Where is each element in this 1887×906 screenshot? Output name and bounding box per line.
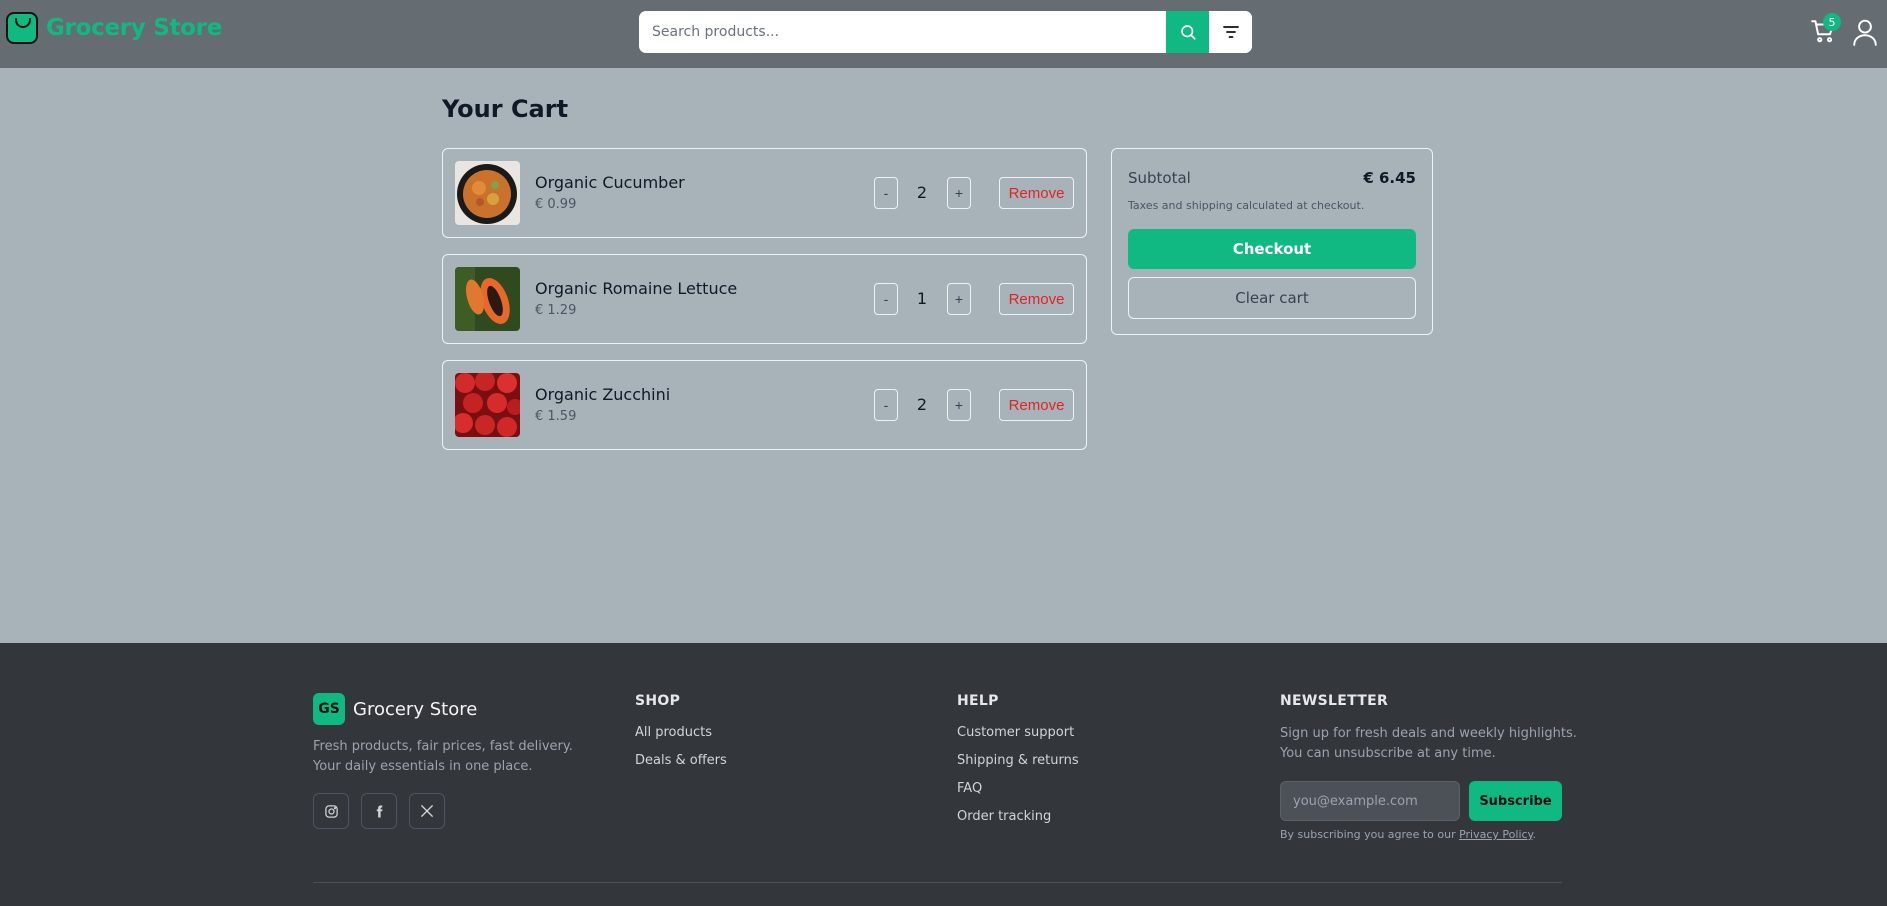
order-summary: Subtotal € 6.45 Taxes and shipping calcu… bbox=[1111, 148, 1433, 335]
product-image bbox=[455, 373, 520, 437]
item-price: € 0.99 bbox=[535, 197, 577, 212]
account-button[interactable] bbox=[1852, 18, 1878, 46]
decrease-qty-button[interactable]: - bbox=[874, 283, 898, 315]
instagram-icon bbox=[324, 804, 338, 818]
link-customer-support[interactable]: Customer support bbox=[957, 725, 1074, 740]
consent-text: By subscribing you agree to our bbox=[1280, 828, 1456, 841]
link-faq[interactable]: FAQ bbox=[957, 781, 982, 796]
subtotal-value: € 6.45 bbox=[1363, 169, 1416, 187]
x-button[interactable] bbox=[409, 793, 445, 829]
clear-cart-button[interactable]: Clear cart bbox=[1128, 277, 1416, 319]
user-icon bbox=[1853, 19, 1877, 46]
item-quantity: 1 bbox=[916, 289, 928, 308]
logo[interactable]: Grocery Store bbox=[6, 12, 222, 44]
page-title: Your Cart bbox=[442, 95, 569, 123]
consent-end: . bbox=[1532, 828, 1537, 841]
shopping-bag-icon bbox=[6, 12, 38, 44]
help-heading: HELP bbox=[957, 693, 999, 709]
decrease-qty-button[interactable]: - bbox=[874, 389, 898, 421]
newsletter-text: Sign up for fresh deals and weekly highl… bbox=[1280, 726, 1577, 761]
item-name: Organic Cucumber bbox=[535, 173, 685, 192]
facebook-button[interactable] bbox=[361, 793, 397, 829]
subtotal-label: Subtotal bbox=[1128, 169, 1191, 187]
top-navbar: Grocery Store 5 bbox=[0, 0, 1887, 68]
item-price: € 1.59 bbox=[535, 409, 577, 424]
link-deals-offers[interactable]: Deals & offers bbox=[635, 753, 727, 768]
search-icon bbox=[1180, 25, 1196, 40]
increase-qty-button[interactable]: + bbox=[947, 283, 971, 315]
footer-logo[interactable]: GS Grocery Store bbox=[313, 693, 477, 725]
remove-item-button[interactable]: Remove bbox=[999, 389, 1074, 421]
footer: GS Grocery Store Fresh products, fair pr… bbox=[0, 643, 1887, 906]
shop-heading: SHOP bbox=[635, 693, 681, 709]
footer-tagline: Fresh products, fair prices, fast delive… bbox=[313, 739, 573, 774]
item-quantity: 2 bbox=[916, 183, 928, 202]
footer-divider bbox=[313, 882, 1562, 883]
link-shipping-returns[interactable]: Shipping & returns bbox=[957, 753, 1079, 768]
newsletter-heading: NEWSLETTER bbox=[1280, 693, 1389, 709]
instagram-button[interactable] bbox=[313, 793, 349, 829]
privacy-policy-link[interactable]: Privacy Policy bbox=[1459, 828, 1532, 841]
item-name: Organic Romaine Lettuce bbox=[535, 279, 738, 298]
link-all-products[interactable]: All products bbox=[635, 725, 712, 740]
link-order-tracking[interactable]: Order tracking bbox=[957, 809, 1051, 824]
search-bar bbox=[639, 11, 1252, 53]
filter-button[interactable] bbox=[1209, 11, 1252, 53]
item-name: Organic Zucchini bbox=[535, 385, 671, 404]
cart-count-badge: 5 bbox=[1823, 13, 1841, 31]
cart-item: Organic Zucchini € 1.59 - 2 + Remove bbox=[442, 360, 1087, 450]
checkout-button[interactable]: Checkout bbox=[1128, 229, 1416, 269]
product-image bbox=[455, 267, 520, 331]
search-button[interactable] bbox=[1166, 11, 1209, 53]
x-icon bbox=[421, 805, 433, 817]
remove-item-button[interactable]: Remove bbox=[999, 177, 1074, 209]
cart-item: Organic Romaine Lettuce € 1.29 - 1 + Rem… bbox=[442, 254, 1087, 344]
footer-brand: Grocery Store bbox=[353, 698, 478, 720]
item-price: € 1.29 bbox=[535, 303, 577, 318]
facebook-icon bbox=[376, 805, 382, 817]
filter-icon bbox=[1222, 26, 1239, 38]
product-image bbox=[455, 161, 520, 225]
cart-item: Organic Cucumber € 0.99 - 2 + Remove bbox=[442, 148, 1087, 238]
increase-qty-button[interactable]: + bbox=[947, 389, 971, 421]
search-input[interactable] bbox=[639, 11, 1166, 53]
email-field[interactable] bbox=[1280, 781, 1460, 821]
item-quantity: 2 bbox=[916, 395, 928, 414]
increase-qty-button[interactable]: + bbox=[947, 177, 971, 209]
subscribe-button[interactable]: Subscribe bbox=[1469, 781, 1562, 821]
brand-badge: GS bbox=[313, 693, 345, 725]
logo-text: Grocery Store bbox=[46, 15, 223, 41]
remove-item-button[interactable]: Remove bbox=[999, 283, 1074, 315]
decrease-qty-button[interactable]: - bbox=[874, 177, 898, 209]
subscribe-consent: By subscribing you agree to our Privacy … bbox=[1280, 828, 1536, 841]
tax-note: Taxes and shipping calculated at checkou… bbox=[1128, 199, 1365, 212]
